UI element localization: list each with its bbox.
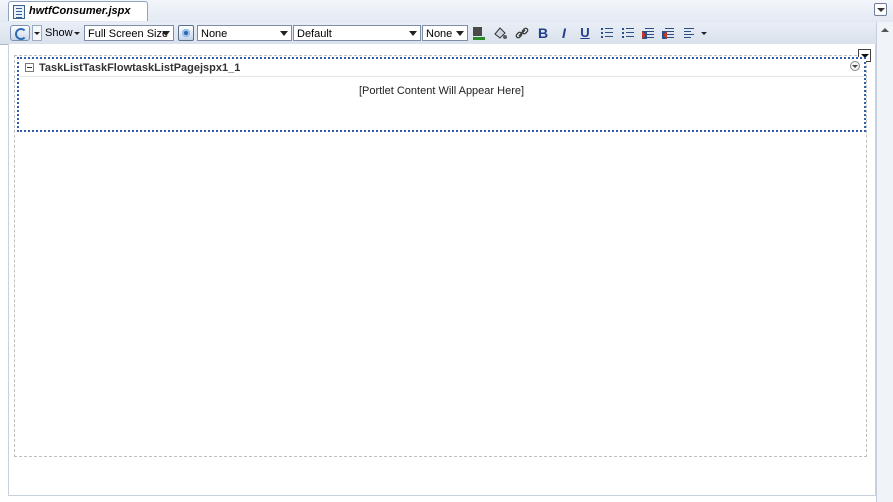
outdent-button[interactable] [662, 28, 674, 39]
editor-tab-strip: hwtfConsumer.jspx [0, 0, 893, 23]
chevron-down-icon [406, 26, 420, 40]
refresh-options-dropdown[interactable] [32, 25, 42, 41]
preview-browser-button[interactable] [178, 25, 194, 41]
portlet-header: TaskListTaskFlowtaskListPagejspx1_1 [19, 59, 864, 77]
unordered-list-button[interactable] [622, 28, 634, 38]
underline-button[interactable]: U [577, 25, 593, 41]
style-class-value: None [201, 28, 228, 40]
vertical-scrollbar[interactable] [876, 22, 893, 502]
chevron-down-icon [159, 26, 173, 40]
paint-bucket-icon [494, 27, 507, 39]
show-menu-label: Show [45, 27, 73, 39]
text-color-icon [473, 27, 485, 40]
link-icon [515, 27, 529, 39]
chevron-down-icon [277, 26, 291, 40]
font-family-value: Default [297, 28, 332, 40]
portlet-title: TaskListTaskFlowtaskListPagejspx1_1 [39, 62, 241, 74]
jspx-file-icon [13, 5, 25, 19]
screen-size-select[interactable]: Full Screen Size [84, 25, 174, 41]
indent-button[interactable] [642, 28, 654, 39]
font-size-value: None [426, 28, 453, 40]
chevron-down-icon [453, 26, 467, 40]
tab-list-dropdown-button[interactable] [874, 3, 887, 16]
background-color-button[interactable] [492, 25, 508, 41]
editor-tab-title: hwtfConsumer.jspx [29, 5, 131, 17]
foreground-color-button[interactable] [471, 25, 487, 41]
bold-button[interactable]: B [535, 25, 551, 41]
show-menu-button[interactable]: Show [45, 25, 81, 41]
font-family-select[interactable]: Default [293, 25, 421, 41]
refresh-button[interactable] [10, 25, 30, 41]
style-class-select[interactable]: None [197, 25, 292, 41]
portlet-menu-icon[interactable] [850, 61, 860, 71]
italic-button[interactable]: I [556, 25, 572, 41]
design-toolbar: Show Full Screen Size None Default None [0, 22, 893, 45]
portlet-placeholder-text: [Portlet Content Will Appear Here] [358, 85, 525, 97]
hyperlink-button[interactable] [514, 25, 530, 41]
chevron-down-icon [73, 25, 81, 41]
collapse-icon[interactable] [25, 63, 34, 72]
ordered-list-button[interactable] [601, 28, 613, 38]
font-size-select[interactable]: None [422, 25, 468, 41]
scroll-up-icon[interactable] [880, 25, 890, 35]
align-options-dropdown[interactable] [701, 25, 707, 41]
portlet-container[interactable]: TaskListTaskFlowtaskListPagejspx1_1 [Por… [17, 57, 866, 132]
editor-tab[interactable]: hwtfConsumer.jspx [8, 1, 148, 21]
align-button[interactable] [684, 28, 696, 38]
screen-size-value: Full Screen Size [88, 28, 169, 40]
